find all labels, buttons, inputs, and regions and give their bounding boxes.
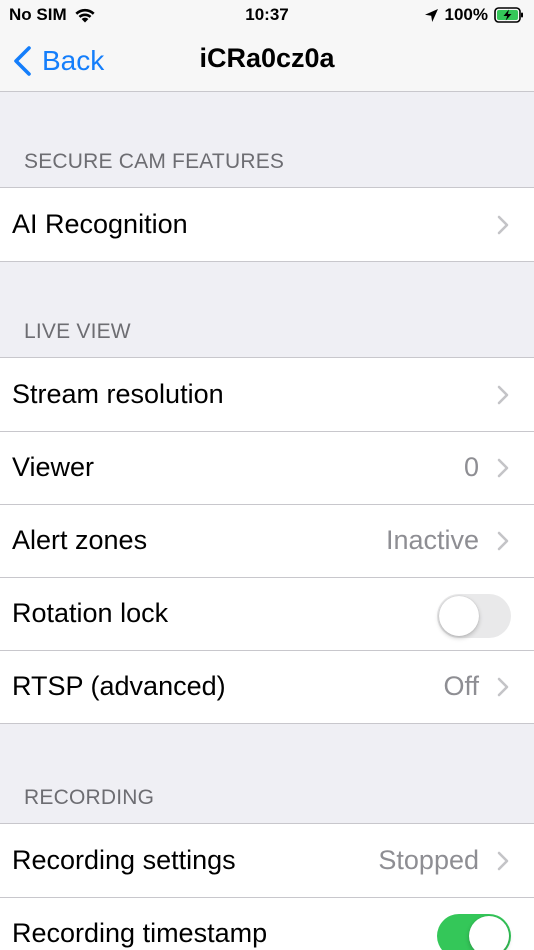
row-stream-resolution[interactable]: Stream resolution [0,358,534,431]
row-alert-zones[interactable]: Alert zones Inactive [0,504,534,577]
row-label: Rotation lock [12,598,169,628]
row-recording-settings[interactable]: Recording settings Stopped [0,824,534,897]
section-header-live-view: LIVE VIEW [24,320,131,343]
row-recording-timestamp: Recording timestamp [0,897,534,950]
page-title: iCRa0cz0a [199,43,335,73]
row-label: Alert zones [12,525,148,555]
navigation-bar: Back iCRa0cz0a [0,32,534,92]
toggle-knob [469,916,509,950]
group-recording: Recording settings Stopped Recording tim… [0,823,534,950]
row-label: Viewer [12,452,95,482]
row-value: 0 [463,452,479,482]
chevron-right-icon [497,677,509,697]
status-right: 100% [424,5,524,25]
battery-percent: 100% [444,5,488,24]
toggle-knob [439,596,479,636]
group-secure-cam: AI Recognition [0,187,534,262]
chevron-right-icon [497,215,509,235]
chevron-right-icon [497,385,509,405]
row-label: Recording settings [12,845,236,875]
row-rotation-lock: Rotation lock [0,577,534,650]
row-label: AI Recognition [12,209,188,239]
rotation-lock-toggle[interactable] [437,594,511,638]
row-label: Recording timestamp [12,918,268,948]
row-label: RTSP (advanced) [12,671,226,701]
chevron-right-icon [497,851,509,871]
row-label: Stream resolution [12,379,224,409]
status-bar: No SIM 10:37 100% [0,0,534,32]
row-rtsp-advanced[interactable]: RTSP (advanced) Off [0,650,534,723]
location-arrow-icon [424,8,438,22]
recording-timestamp-toggle[interactable] [437,914,511,950]
chevron-right-icon [497,458,509,478]
battery-charging-icon [494,7,523,23]
row-ai-recognition[interactable]: AI Recognition [0,188,534,261]
row-value: Off [443,671,479,701]
row-viewer[interactable]: Viewer 0 [0,431,534,504]
chevron-right-icon [497,531,509,551]
section-header-recording: RECORDING [24,786,155,809]
row-value: Inactive [385,525,479,555]
group-live-view: Stream resolution Viewer 0 Alert zones I… [0,357,534,724]
row-value: Stopped [378,845,479,875]
settings-screen: No SIM 10:37 100% Back iCRa0cz0a SECURE … [0,0,534,950]
section-header-secure-cam: SECURE CAM FEATURES [24,150,285,173]
